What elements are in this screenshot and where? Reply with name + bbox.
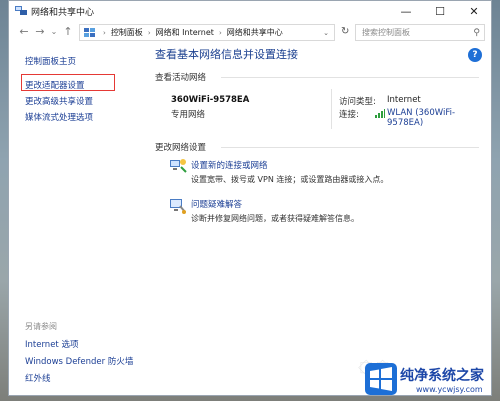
see-also-internet-options[interactable]: Internet 选项 — [25, 338, 78, 350]
wifi-signal-icon — [375, 109, 385, 118]
close-button[interactable]: ✕ — [457, 1, 491, 21]
network-name: 360WiFi-9578EA — [171, 95, 250, 105]
connections-label: 连接: — [339, 110, 359, 120]
search-placeholder: 搜索控制面板 — [362, 28, 410, 37]
troubleshoot-desc: 诊断并修复网络问题，或者获得疑难解答信息。 — [191, 214, 359, 223]
window-title: 网络和共享中心 — [31, 8, 95, 18]
see-also-heading: 另请参阅 — [25, 322, 57, 331]
active-networks-heading: 查看活动网络 — [155, 73, 207, 83]
search-icon[interactable]: ⚲ — [473, 26, 480, 41]
section-divider — [221, 77, 479, 78]
sidebar-item-media-streaming[interactable]: 媒体流式处理选项 — [25, 111, 93, 123]
maximize-button[interactable]: ☐ — [423, 1, 457, 21]
up-arrow-icon[interactable]: ↑ — [61, 25, 75, 39]
network-sharing-center-window: 网络和共享中心 — ☐ ✕ ← → ⌄ ↑ › 控制面板 › 网络和 Inter… — [8, 0, 492, 396]
highlight-box — [21, 74, 115, 91]
access-type-label: 访问类型: — [339, 97, 376, 107]
new-connection-icon — [170, 159, 187, 173]
page-title: 查看基本网络信息并设置连接 — [155, 48, 298, 61]
setup-new-connection-desc: 设置宽带、拨号或 VPN 连接；或设置路由器或接入点。 — [191, 175, 389, 184]
wlan-connection-link[interactable]: WLAN (360WiFi-9578EA) — [387, 108, 491, 128]
breadcrumb-separator: › — [103, 28, 106, 37]
forward-arrow-icon[interactable]: → — [33, 25, 47, 39]
brand-url: www.ycwjsy.com — [416, 385, 483, 394]
access-type-value: Internet — [387, 95, 421, 105]
brand-name: 纯净系统之家 — [400, 368, 484, 384]
change-network-settings-heading: 更改网络设置 — [155, 143, 207, 153]
network-sharing-icon — [15, 6, 27, 15]
brand-windows-icon — [365, 363, 397, 395]
address-row: ← → ⌄ ↑ › 控制面板 › 网络和 Internet › 网络和共享中心 … — [9, 21, 491, 45]
sidebar-item-control-panel-home[interactable]: 控制面板主页 — [25, 55, 76, 67]
breadcrumb-separator: › — [218, 28, 222, 37]
brand-logo: 纯净系统之家 www.ycwjsy.com — [362, 360, 500, 401]
see-also-infrared[interactable]: 红外线 — [25, 372, 51, 384]
see-also-defender-firewall[interactable]: Windows Defender 防火墙 — [25, 355, 133, 367]
breadcrumb-network-sharing-center[interactable]: 网络和共享中心 — [227, 27, 283, 38]
address-bar[interactable]: › 控制面板 › 网络和 Internet › 网络和共享中心 ⌄ — [79, 24, 335, 41]
search-input[interactable]: 搜索控制面板 ⚲ — [355, 24, 485, 41]
network-type[interactable]: 专用网络 — [171, 108, 205, 120]
recent-locations-chevron-icon[interactable]: ⌄ — [47, 25, 61, 39]
breadcrumb-separator: › — [147, 28, 151, 37]
minimize-button[interactable]: — — [389, 1, 423, 21]
refresh-icon[interactable]: ↻ — [341, 26, 349, 37]
title-bar: 网络和共享中心 — ☐ ✕ — [9, 1, 491, 21]
troubleshoot-icon — [170, 199, 186, 214]
vertical-divider — [331, 89, 332, 129]
breadcrumb-network-internet[interactable]: 网络和 Internet — [156, 27, 214, 38]
troubleshoot-link[interactable]: 问题疑难解答 — [191, 198, 242, 210]
back-arrow-icon[interactable]: ← — [17, 25, 31, 39]
help-icon[interactable]: ? — [468, 48, 482, 62]
setup-new-connection-link[interactable]: 设置新的连接或网络 — [191, 159, 268, 171]
sidebar-item-change-advanced-sharing[interactable]: 更改高级共享设置 — [25, 95, 93, 107]
address-dropdown-icon[interactable]: ⌄ — [323, 29, 329, 37]
section-divider — [221, 147, 479, 148]
control-panel-icon — [84, 27, 95, 37]
breadcrumb-control-panel[interactable]: 控制面板 — [111, 27, 143, 38]
